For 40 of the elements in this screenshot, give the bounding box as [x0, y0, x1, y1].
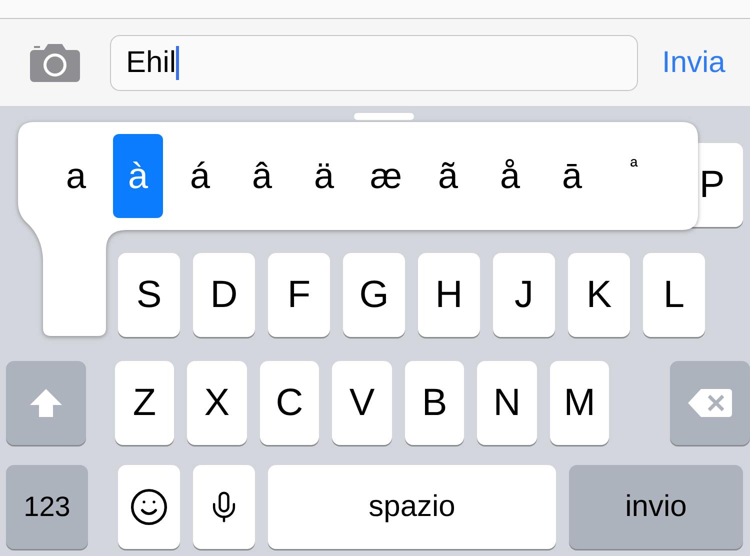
accent-option[interactable]: á [175, 134, 225, 218]
microphone-key[interactable] [193, 465, 255, 549]
shift-arrow-icon [28, 388, 63, 418]
accent-option[interactable]: à [113, 134, 163, 218]
letter-key[interactable]: S [118, 253, 180, 337]
shift-key[interactable] [6, 361, 86, 445]
letter-key[interactable]: G [343, 253, 405, 337]
text-cursor [176, 46, 180, 80]
accent-option[interactable]: ä [299, 134, 349, 218]
emoji-key[interactable] [118, 465, 180, 549]
letter-key[interactable]: H [418, 253, 480, 337]
accent-option[interactable]: å [485, 134, 535, 218]
smiley-icon [129, 487, 169, 527]
accent-option[interactable]: ã [423, 134, 473, 218]
space-key[interactable]: spazio [268, 465, 556, 549]
accent-option[interactable]: ā [547, 134, 597, 218]
numbers-key[interactable]: 123 [6, 465, 88, 549]
letter-key[interactable]: Z [114, 361, 174, 445]
camera-icon[interactable] [30, 44, 80, 82]
letter-key[interactable]: X [187, 361, 247, 445]
letter-key[interactable]: D [193, 253, 255, 337]
accent-option[interactable]: â [237, 134, 287, 218]
message-field[interactable]: Ehil [110, 34, 638, 90]
letter-key[interactable]: M [550, 361, 610, 445]
return-key[interactable]: invio [569, 465, 743, 549]
letter-key[interactable]: L [643, 253, 705, 337]
backspace-key[interactable] [670, 361, 750, 445]
letter-key[interactable]: C [260, 361, 320, 445]
message-text: Ehil [126, 46, 176, 80]
letter-key[interactable]: V [332, 361, 392, 445]
letter-key[interactable]: J [493, 253, 555, 337]
letter-key[interactable]: K [568, 253, 630, 337]
accent-option[interactable]: æ [361, 134, 411, 218]
letter-key[interactable]: F [268, 253, 330, 337]
backspace-icon [687, 388, 734, 418]
letter-key[interactable]: B [404, 361, 464, 445]
accent-option[interactable]: a [51, 134, 101, 218]
letter-key[interactable]: N [477, 361, 537, 445]
accent-option[interactable]: ª [609, 134, 659, 218]
send-button[interactable]: Invia [662, 46, 726, 80]
